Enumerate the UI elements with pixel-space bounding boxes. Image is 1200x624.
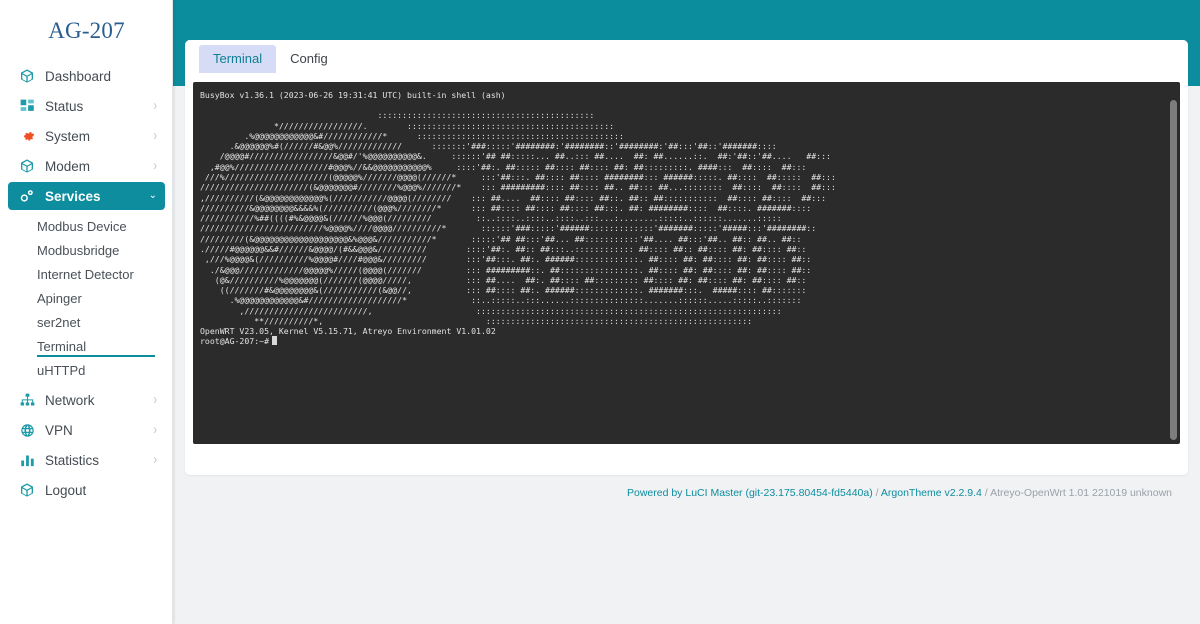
sitemap-icon <box>18 391 36 409</box>
sidebar-subitem-modbus-device[interactable]: Modbus Device <box>0 214 173 238</box>
sidebar-item-dashboard[interactable]: Dashboard <box>8 62 165 90</box>
cube-icon <box>18 67 36 85</box>
sidebar-item-logout[interactable]: Logout <box>8 476 165 504</box>
grid-icon <box>18 97 36 115</box>
terminal-scrollbar[interactable] <box>1170 100 1177 440</box>
cube-icon <box>18 157 36 175</box>
sidebar-subitem-internet-detector[interactable]: Internet Detector <box>0 262 173 286</box>
sidebar-item-label: System <box>45 128 91 144</box>
terminal-prompt: root@AG-207:~# <box>200 336 1180 346</box>
tab-label: Config <box>290 51 328 66</box>
sidebar-subitem-ser2net[interactable]: ser2net <box>0 310 173 334</box>
terminal-output[interactable]: BusyBox v1.36.1 (2023-06-26 19:31:41 UTC… <box>193 82 1180 444</box>
sidebar-item-label: Status <box>45 98 84 114</box>
footer: Powered by LuCI Master (git-23.175.80454… <box>185 475 1188 499</box>
sidebar-subitem-label: uHTTPd <box>37 362 86 378</box>
app-root: AG-207 Dashboard Status › System › Modem… <box>0 0 1200 624</box>
sidebar-item-label: Dashboard <box>45 68 112 84</box>
sidebar-item-statistics[interactable]: Statistics › <box>8 446 165 474</box>
tab-label: Terminal <box>213 51 263 66</box>
chevron-right-icon: › <box>153 421 157 438</box>
sidebar-subitem-label: Terminal <box>37 338 87 354</box>
tab-config[interactable]: Config <box>276 45 342 73</box>
sidebar-item-label: Modem <box>45 158 91 174</box>
terminal-header-line: BusyBox v1.36.1 (2023-06-26 19:31:41 UTC… <box>200 90 506 100</box>
sidebar-item-status[interactable]: Status › <box>8 92 165 120</box>
barchart-icon <box>18 451 36 469</box>
prompt-text: root@AG-207:~# <box>200 336 270 347</box>
sidebar: AG-207 Dashboard Status › System › Modem… <box>0 0 173 624</box>
footer-separator: / <box>872 487 881 499</box>
footer-separator: / <box>981 487 991 499</box>
sidebar-subitem-uhttpd[interactable]: uHTTPd <box>0 358 173 382</box>
sidebar-subitem-label: Modbusbridge <box>37 242 120 258</box>
chevron-down-icon: ⌄ <box>148 190 157 201</box>
sidebar-nav: Dashboard Status › System › Modem › Serv… <box>0 62 173 504</box>
sidebar-item-label: Network <box>45 392 95 408</box>
sidebar-item-label: Statistics <box>45 452 100 468</box>
sidebar-subitem-label: Apinger <box>37 290 82 306</box>
sidebar-subitem-label: ser2net <box>37 314 81 330</box>
globe-icon <box>18 421 36 439</box>
chevron-right-icon: › <box>153 451 157 468</box>
cube-icon <box>18 481 36 499</box>
brand[interactable]: AG-207 <box>0 0 173 56</box>
main-area: Terminal Config BusyBox v1.36.1 (2023-06… <box>173 0 1200 624</box>
sidebar-subitem-apinger[interactable]: Apinger <box>0 286 173 310</box>
tab-terminal[interactable]: Terminal <box>199 45 277 73</box>
terminal-cursor <box>272 336 278 346</box>
sidebar-item-label: Services <box>45 188 101 204</box>
sidebar-item-vpn[interactable]: VPN › <box>8 416 165 444</box>
footer-theme-link[interactable]: ArgonTheme v2.2.9.4 <box>881 487 982 499</box>
cogs-icon <box>18 187 36 205</box>
sidebar-item-network[interactable]: Network › <box>8 386 165 414</box>
sidebar-subitem-modbusbridge[interactable]: Modbusbridge <box>0 238 173 262</box>
terminal-ascii-banner: ::::::::::::::::::::::::::::::::::::::::… <box>200 110 836 326</box>
terminal-version-line: OpenWRT V23.05, Kernel V5.15.71, Atreyo … <box>200 326 496 337</box>
sidebar-item-services[interactable]: Services ⌄ <box>8 182 165 210</box>
sidebar-subitem-terminal[interactable]: Terminal <box>0 334 173 358</box>
chevron-right-icon: › <box>153 391 157 408</box>
terminal-window[interactable]: BusyBox v1.36.1 (2023-06-26 19:31:41 UTC… <box>193 82 1180 444</box>
footer-luci-link[interactable]: Powered by LuCI Master (git-23.175.80454… <box>627 487 873 499</box>
chevron-right-icon: › <box>153 127 157 144</box>
sidebar-subitem-label: Internet Detector <box>37 266 134 282</box>
tab-bar: Terminal Config <box>185 40 1188 73</box>
sidebar-item-modem[interactable]: Modem › <box>8 152 165 180</box>
brand-text: AG-207 <box>48 18 125 43</box>
sidebar-item-system[interactable]: System › <box>8 122 165 150</box>
sidebar-item-label: Logout <box>45 482 87 498</box>
gear-icon <box>18 127 36 145</box>
content-area: Terminal Config BusyBox v1.36.1 (2023-06… <box>173 0 1200 624</box>
terminal-card: Terminal Config BusyBox v1.36.1 (2023-06… <box>185 40 1188 475</box>
footer-firmware-text: Atreyo-OpenWrt 1.01 221019 unknown <box>990 487 1172 499</box>
services-submenu: Modbus Device Modbusbridge Internet Dete… <box>0 212 173 384</box>
chevron-right-icon: › <box>153 157 157 174</box>
chevron-right-icon: › <box>153 97 157 114</box>
sidebar-item-label: VPN <box>45 422 73 438</box>
sidebar-subitem-label: Modbus Device <box>37 218 127 234</box>
